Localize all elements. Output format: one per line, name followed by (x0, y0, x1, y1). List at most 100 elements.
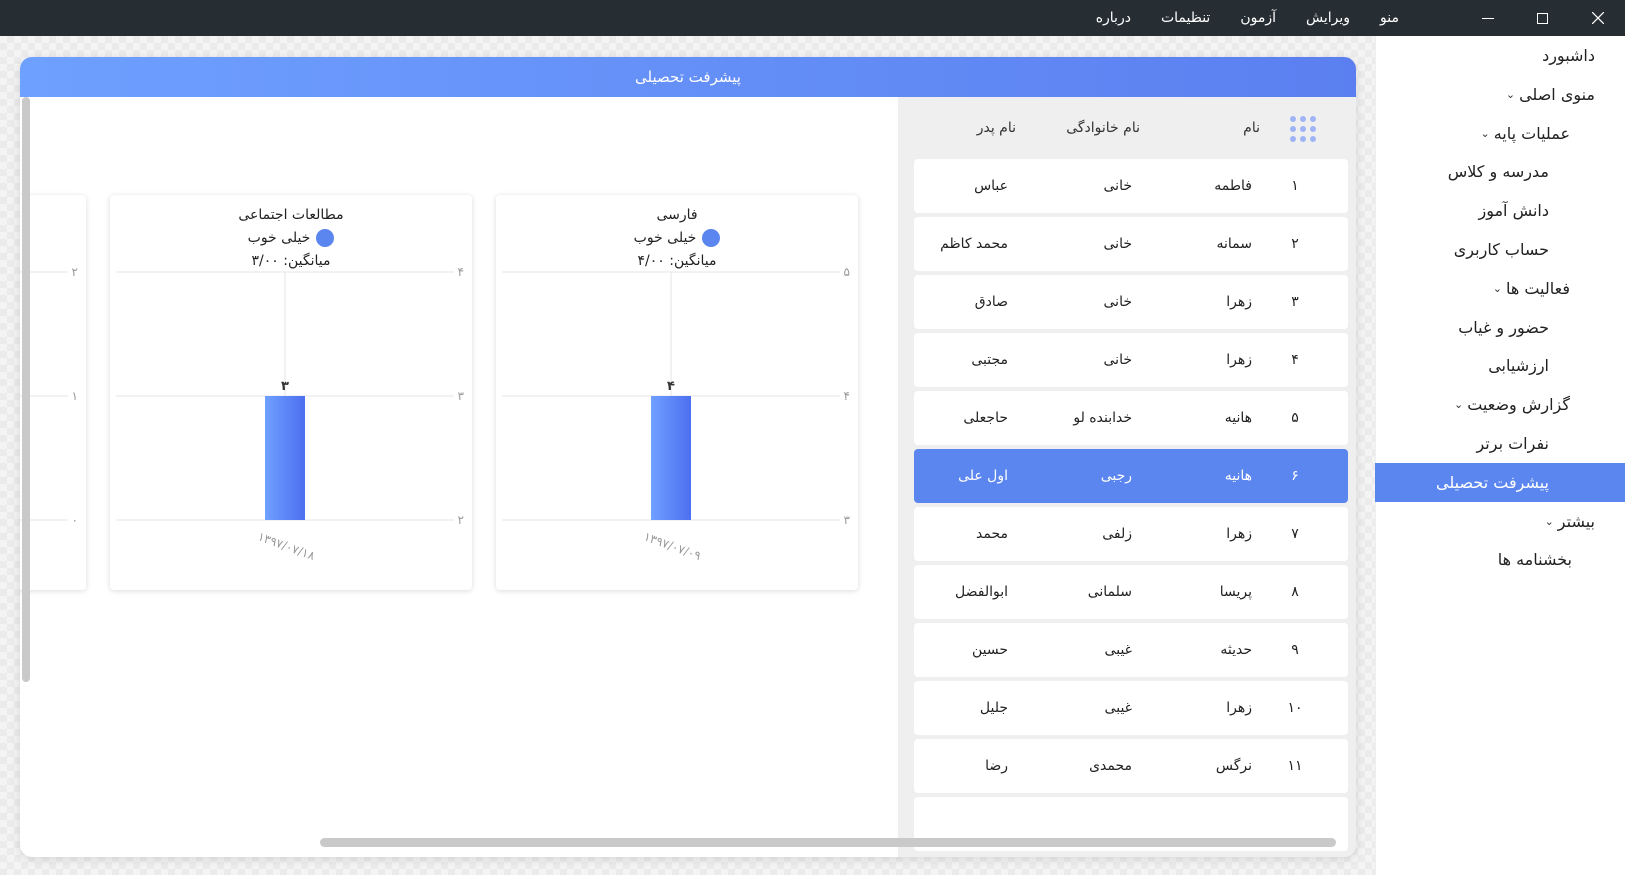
sidebar-item[interactable]: گزارش وضعیت ⌄ (1375, 385, 1625, 424)
row-index: ۲ (1291, 236, 1299, 252)
horizontal-scrollbar[interactable] (320, 838, 1336, 847)
sidebar-item[interactable]: فعالیت ها ⌄ (1375, 269, 1625, 308)
row-name: هانیه (1224, 410, 1252, 426)
chart-card: مطالعات اجتماعی خیلی خوب میانگین: ۳/۰۰ ۲ ۳ ۴ ۳… (110, 195, 472, 590)
table-row[interactable]: ۶ هانیه رجبی اول علی (914, 449, 1348, 503)
table-row[interactable]: ۵ هانیه خدابنده لو حاجعلی (914, 391, 1348, 445)
title-bar: منو ویرایش آزمون تنظیمات درباره (0, 0, 1625, 36)
sidebar-item[interactable]: مدرسه و کلاس (1375, 152, 1625, 191)
table-row[interactable]: ۳ زهرا خانی صادق (914, 275, 1348, 329)
academic-progress-panel: پیشرفت تحصیلی فارسی خیلی خوب میانگین: ۴/۰۰… (20, 57, 1356, 857)
table-row[interactable]: ۱۱ نرگس محمدی رضا (914, 739, 1348, 793)
row-name: پریسا (1219, 584, 1252, 600)
sidebar-item[interactable]: نفرات برتر (1375, 424, 1625, 463)
x-tick-label: ۱۳۹۷/۰۷/۰۹ (642, 529, 703, 563)
row-name: سمانه (1216, 236, 1253, 252)
sidebar-item[interactable]: منوی اصلی ⌄ (1375, 75, 1625, 114)
row-name: فاطمه (1214, 178, 1252, 194)
x-tick-label: ۱۳۹۷/۰۷/۱۸ (256, 529, 317, 563)
row-father-name: محمد (976, 526, 1008, 542)
row-name: زهرا (1226, 352, 1252, 368)
sidebar-item[interactable]: بخشنامه ها (1375, 540, 1625, 579)
menu-item[interactable]: تنظیمات (1161, 10, 1210, 26)
table-row[interactable]: ۱ فاطمه خانی عباس (914, 159, 1348, 213)
minimize-icon (1481, 17, 1494, 19)
window-controls (1460, 0, 1625, 36)
table-row[interactable]: ۴ زهرا خانی مجتبی (914, 333, 1348, 387)
row-last-name: خدابنده لو (1073, 410, 1132, 426)
sidebar-item[interactable]: حضور و غیاب (1375, 308, 1625, 347)
table-row[interactable]: ۱۰ زهرا غیبی جلیل (914, 681, 1348, 735)
y-tick-label: ۲ (72, 265, 78, 279)
row-last-name: خانی (1103, 178, 1133, 194)
sidebar-item[interactable]: ارزشیابی (1375, 346, 1625, 385)
header-last-name[interactable]: نام خانوادگی (1020, 120, 1140, 136)
row-father-name: حسین (971, 642, 1008, 658)
row-last-name: زلفی (1102, 526, 1132, 542)
row-last-name: خانی (1103, 352, 1133, 368)
row-index: ۴ (1291, 352, 1299, 368)
row-father-name: مجتبی (971, 352, 1008, 368)
header-father-name[interactable]: نام پدر (904, 120, 1016, 136)
y-tick-label: ۳ (458, 389, 465, 403)
row-last-name: خانی (1103, 294, 1133, 310)
sidebar-item[interactable]: عملیات پایه ⌄ (1375, 114, 1625, 153)
y-tick-label: ۰ (72, 513, 78, 527)
menu-item[interactable]: آزمون (1240, 10, 1276, 26)
sidebar-item-label: فعالیت ها (1505, 278, 1570, 298)
sidebar-item-label: گزارش وضعیت (1467, 395, 1570, 415)
sidebar-item[interactable]: حساب کاربری (1375, 230, 1625, 269)
row-last-name: غیبی (1104, 642, 1132, 658)
maximize-button[interactable] (1515, 0, 1570, 36)
menu-item[interactable]: منو (1380, 10, 1399, 26)
bar-value-label: ۴ (667, 379, 675, 394)
y-tick-label: ۳ (844, 513, 851, 527)
row-index: ۸ (1291, 584, 1299, 600)
table-row[interactable]: ۲ سمانه خانی محمد کاظم (914, 217, 1348, 271)
sidebar-item-label: پیشرفت تحصیلی (1436, 472, 1549, 492)
sidebar-item-label: منوی اصلی (1519, 84, 1595, 104)
row-last-name: سلمانی (1087, 584, 1132, 600)
sidebar-item[interactable]: بیشتر ⌄ (1375, 502, 1625, 541)
y-tick-label: ۵ (844, 265, 850, 279)
table-header: نام نام خانوادگی نام پدر (898, 97, 1356, 159)
sidebar-item[interactable]: دانش آموز (1375, 191, 1625, 230)
chevron-down-icon: ⌄ (1453, 398, 1464, 412)
table-row[interactable]: ۹ حدیثه غیبی حسین (914, 623, 1348, 677)
menu-item[interactable]: درباره (1096, 10, 1131, 26)
sidebar-item-label: بخشنامه ها (1497, 550, 1572, 570)
students-table: نام نام خانوادگی نام پدر ۱ فاطمه خانی عباس ۲… (898, 97, 1356, 857)
sidebar-item[interactable]: پیشرفت تحصیلی (1375, 462, 1625, 502)
header-name[interactable]: نام (1150, 120, 1260, 136)
sidebar-item-label: عملیات پایه (1493, 123, 1570, 143)
close-button[interactable] (1570, 0, 1625, 36)
menu-item[interactable]: ویرایش (1306, 10, 1350, 26)
chevron-down-icon: ⌄ (1544, 514, 1554, 528)
row-last-name: غیبی (1104, 700, 1132, 716)
chevron-down-icon: ⌄ (1480, 126, 1490, 140)
row-last-name: خانی (1103, 236, 1133, 252)
sidebar-item[interactable]: داشبورد (1375, 36, 1625, 75)
table-row[interactable]: ۸ پریسا سلمانی ابوالفضل (914, 565, 1348, 619)
row-father-name: عباس (974, 178, 1008, 194)
sidebar-item-label: داشبورد (1542, 46, 1595, 65)
sidebar-item-label: حساب کاربری (1453, 240, 1549, 259)
bar[interactable] (651, 396, 691, 520)
panel-title: پیشرفت تحصیلی (635, 68, 741, 86)
sidebar-item-label: نفرات برتر (1476, 434, 1549, 453)
vertical-scrollbar[interactable] (22, 97, 30, 682)
minimize-button[interactable] (1460, 0, 1515, 36)
bar[interactable] (265, 396, 305, 520)
sidebar-item-label: ارزشیابی (1488, 356, 1549, 376)
grid-menu-icon[interactable] (1290, 116, 1316, 142)
row-father-name: ابوالفضل (955, 584, 1008, 600)
row-last-name: رجبی (1100, 468, 1132, 484)
y-tick-label: ۴ (458, 265, 464, 279)
table-row[interactable]: ۷ زهرا زلفی محمد (914, 507, 1348, 561)
chevron-down-icon: ⌄ (1505, 87, 1516, 101)
row-index: ۷ (1291, 526, 1299, 542)
sidebar-item-label: بیشتر (1557, 511, 1595, 531)
row-index: ۱۰ (1287, 700, 1303, 716)
row-index: ۵ (1291, 410, 1299, 426)
panel-header: پیشرفت تحصیلی (20, 57, 1356, 97)
